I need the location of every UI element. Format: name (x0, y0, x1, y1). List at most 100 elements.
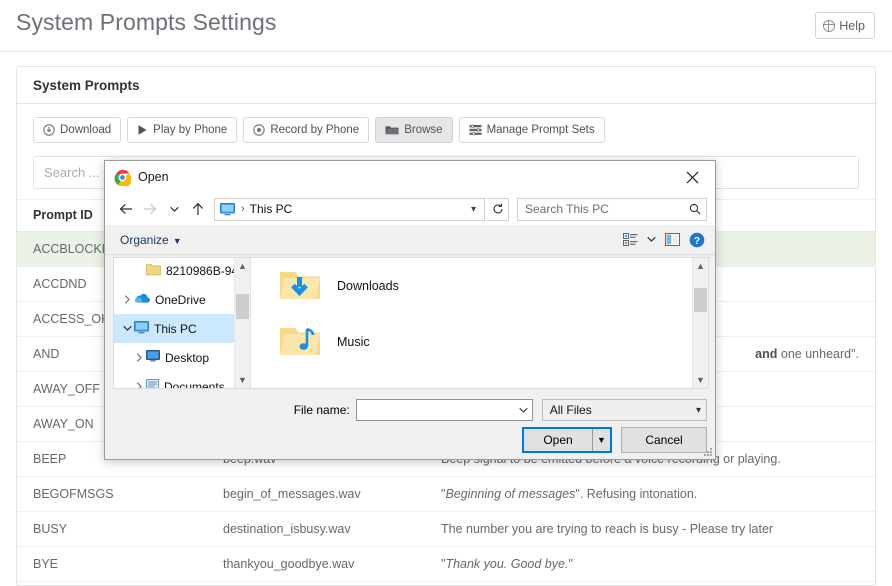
page-title: System Prompts Settings (16, 9, 277, 35)
file-name-input[interactable] (355, 399, 533, 421)
chevron-down-icon[interactable] (120, 325, 134, 332)
tree-item-8210986b-9412-4[interactable]: 8210986B-9412-4 (114, 258, 234, 285)
list-item-label: Music (337, 335, 370, 349)
file-list: Downloads Music (251, 258, 692, 370)
card-header: System Prompts (17, 67, 875, 104)
open-button[interactable]: Open ▼ (522, 427, 612, 453)
cell-prompt-id: BYE (17, 546, 207, 582)
file-list-scrollbar[interactable]: ▲ ▼ (692, 258, 708, 388)
refresh-icon[interactable] (487, 197, 509, 221)
table-row[interactable]: BEGOFMSGS begin_of_messages.wav "Beginning… (17, 476, 875, 512)
list-scroll-thumb[interactable] (694, 288, 707, 312)
tree-scroll-up-icon[interactable]: ▲ (235, 258, 250, 274)
cell-prompt-id: BEGOFMSGS (17, 476, 207, 512)
breadcrumb-chevron-down-icon[interactable]: ▾ (471, 204, 480, 215)
play-by-phone-button-label: Play by Phone (153, 124, 228, 136)
downloads-folder-icon (279, 268, 321, 305)
music-folder-icon (279, 324, 321, 361)
download-circle-icon (43, 124, 55, 136)
breadcrumb[interactable]: › This PC ▾ (214, 197, 485, 221)
cell-description: "Beginning of messages". Refusing intona… (425, 476, 875, 512)
open-button-label[interactable]: Open (524, 429, 593, 451)
filter-chevron-down-icon: ▾ (695, 404, 701, 416)
play-by-phone-button[interactable]: Play by Phone (127, 117, 238, 143)
file-type-filter-value: All Files (549, 403, 592, 417)
cell-file: thankyou_goodbye.wav (207, 546, 425, 582)
tree-item-this-pc[interactable]: This PC (114, 314, 234, 343)
dialog-search-box[interactable]: Search This PC (517, 197, 707, 221)
record-by-phone-button[interactable]: Record by Phone (243, 117, 370, 143)
arrow-left-icon[interactable] (115, 197, 137, 221)
table-row[interactable]: BUSY destination_isbusy.wav The number you… (17, 511, 875, 547)
dialog-button-row: Open ▼ Cancel (522, 427, 707, 453)
open-dropdown-chevron-down-icon[interactable]: ▼ (593, 429, 610, 451)
cancel-button[interactable]: Cancel (621, 427, 707, 453)
svg-text:?: ? (694, 235, 700, 247)
list-settings-icon (469, 124, 482, 136)
folder-icon (385, 126, 400, 135)
view-layout-icon[interactable] (623, 232, 638, 247)
chevron-right-icon[interactable] (120, 295, 134, 304)
browse-button[interactable]: Browse (375, 117, 453, 143)
tree-scroll-down-icon[interactable]: ▼ (235, 372, 250, 388)
dialog-body: 8210986B-9412-4 OneDrive This PC Desktop Doc… (113, 257, 709, 389)
cell-description: "Thank you. Good bye." (425, 546, 875, 582)
breadcrumb-label: This PC (249, 202, 293, 216)
download-button-label: Download (60, 124, 112, 136)
tree-scroll-thumb[interactable] (236, 294, 249, 319)
download-button[interactable]: Download (33, 117, 122, 143)
arrow-up-icon[interactable] (187, 197, 209, 221)
cell-prompt-id: BUSY (17, 511, 207, 547)
cell-file: destination_isbusy.wav (207, 511, 425, 547)
recent-locations-chevron-down-icon[interactable] (163, 197, 185, 221)
file-name-label-wrap: File name: (105, 403, 356, 417)
tree-item-label: This PC (154, 321, 197, 336)
help-button[interactable]: Help (815, 12, 875, 39)
close-icon[interactable] (670, 161, 715, 193)
manage-prompt-sets-button[interactable]: Manage Prompt Sets (458, 117, 605, 143)
table-row[interactable]: BYE thankyou_goodbye.wav "Thank you. Good … (17, 546, 875, 582)
arrow-right-icon (139, 197, 161, 221)
help-circle-icon[interactable]: ? (689, 232, 705, 248)
preview-pane-icon[interactable] (665, 233, 680, 246)
tree-item-onedrive[interactable]: OneDrive (114, 285, 234, 314)
chevron-right-icon[interactable] (132, 382, 146, 388)
tree-scrollbar[interactable]: ▲ ▼ (234, 258, 250, 388)
organize-button[interactable]: Organize ▼ (120, 233, 182, 247)
dialog-navbar: › This PC ▾ Search This PC (105, 193, 715, 225)
prompts-toolbar: Download Play by Phone Record by Phone B… (17, 104, 875, 156)
browse-button-label: Browse (404, 124, 443, 136)
file-name-label: File name: (293, 403, 350, 417)
dialog-titlebar[interactable]: Open (105, 161, 715, 193)
view-chevron-down-icon[interactable] (647, 236, 656, 243)
cell-file: begin_of_messages.wav (207, 476, 425, 512)
file-type-filter-select[interactable]: All Files ▾ (541, 399, 707, 421)
dialog-search-placeholder: Search This PC (525, 202, 609, 216)
lifebuoy-icon (823, 19, 836, 32)
this-pc-icon (220, 202, 235, 215)
folder-icon (146, 263, 161, 279)
tree-item-desktop[interactable]: Desktop (114, 343, 234, 372)
chevron-right-icon[interactable] (132, 353, 146, 362)
description-emphasis: Beginning of messages (445, 487, 576, 501)
open-file-dialog: Open › This PC ▾ Search This PC Organize… (104, 160, 716, 460)
list-item[interactable]: Music (251, 314, 692, 370)
tree-item-label: 8210986B-9412-4 (166, 263, 234, 278)
file-name-row: File name: All Files ▾ (105, 399, 707, 421)
list-scroll-down-icon[interactable]: ▼ (693, 372, 708, 388)
search-icon (689, 203, 701, 215)
resize-grip[interactable] (703, 447, 713, 457)
documents-icon (146, 378, 159, 388)
organize-button-label: Organize (120, 232, 169, 247)
list-item-label: Downloads (337, 279, 399, 293)
this-pc-icon (134, 320, 149, 337)
file-name-chevron-down-icon[interactable] (519, 407, 528, 414)
record-circle-icon (253, 124, 266, 136)
manage-prompt-sets-button-label: Manage Prompt Sets (486, 124, 595, 136)
list-scroll-up-icon[interactable]: ▲ (693, 258, 708, 274)
organize-right-controls: ? (623, 232, 705, 248)
tree-item-documents[interactable]: Documents (114, 372, 234, 388)
record-by-phone-button-label: Record by Phone (270, 124, 360, 136)
list-item[interactable]: Downloads (251, 258, 692, 314)
chrome-icon (114, 169, 131, 186)
